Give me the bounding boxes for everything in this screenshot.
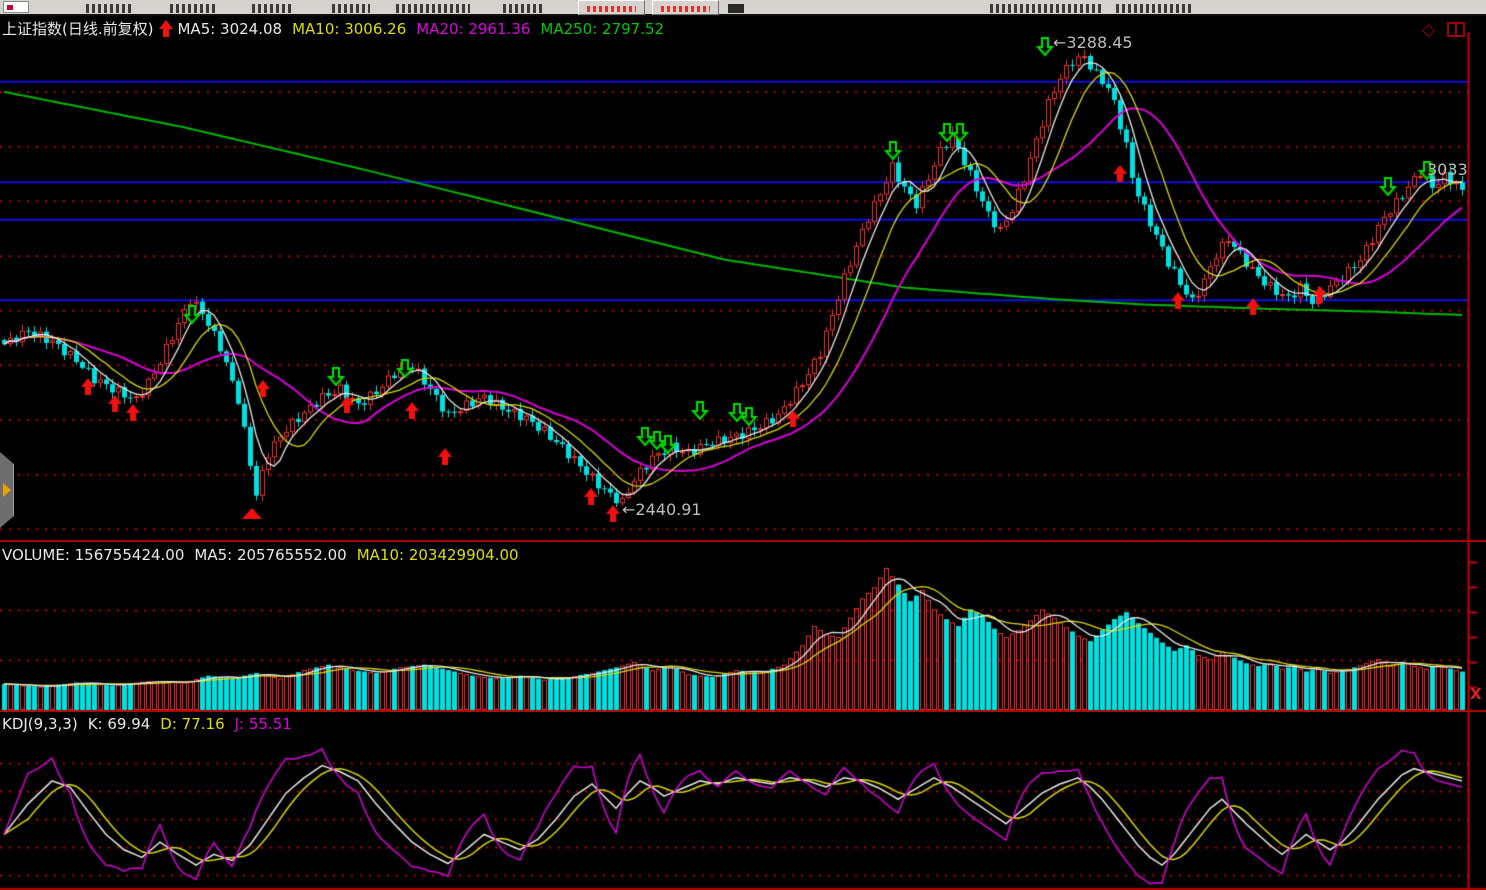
kdj-d-value: D: 77.16 (160, 715, 224, 733)
menu-item[interactable] (252, 4, 294, 13)
menu-item[interactable] (170, 4, 215, 13)
low-price-annotation: ←2440.91 (622, 500, 702, 520)
menu-hot-button[interactable] (652, 0, 719, 15)
menu-item[interactable] (86, 4, 131, 13)
menu-item[interactable] (396, 4, 470, 13)
close-pane-x-button[interactable]: X (1470, 684, 1482, 704)
volume-chart[interactable] (0, 542, 1486, 712)
menu-item[interactable] (990, 4, 1102, 13)
kdj-chart[interactable] (0, 712, 1486, 890)
ma5-value: MA5: 3024.08 (177, 20, 282, 38)
ma20-value: MA20: 2961.36 (416, 20, 530, 38)
menu-icon[interactable] (728, 4, 744, 13)
menu-bar (0, 0, 1486, 16)
latest-price-annotation: 3033 (1427, 160, 1468, 180)
menu-item[interactable] (503, 4, 543, 13)
trading-app-window: 上证指数(日线.前复权) MA5: 3024.08 MA10: 3006.26 MA2… (0, 0, 1486, 890)
main-candlestick-chart[interactable] (0, 16, 1486, 542)
menu-item[interactable] (332, 4, 370, 13)
menu-hot-button[interactable] (578, 0, 645, 15)
kdj-name: KDJ(9,3,3) (2, 715, 78, 733)
window-split-icon[interactable] (1447, 22, 1465, 37)
peak-price-annotation: ←3288.45 (1053, 33, 1133, 53)
ma10-value: MA10: 3006.26 (292, 20, 406, 38)
ma250-value: MA250: 2797.52 (540, 20, 664, 38)
right-triangle-icon (3, 483, 11, 497)
volume-header-row: VOLUME: 156755424.00 MA5: 205765552.00 MA1… (2, 545, 519, 565)
volume-ma5-value: MA5: 205765552.00 (194, 546, 346, 564)
volume-value: VOLUME: 156755424.00 (2, 546, 184, 564)
kdj-j-value: J: 55.51 (235, 715, 292, 733)
menu-item[interactable] (1116, 4, 1194, 13)
volume-ma10-value: MA10: 203429904.00 (357, 546, 519, 564)
instrument-title: 上证指数(日线.前复权) (2, 20, 153, 38)
diamond-icon[interactable]: ◇ (1422, 20, 1435, 40)
red-up-arrow-icon (159, 20, 173, 37)
kdj-k-value: K: 69.94 (88, 715, 151, 733)
kdj-header-row: KDJ(9,3,3) K: 69.94 D: 77.16 J: 55.51 (2, 714, 292, 734)
app-logo-icon[interactable] (3, 1, 29, 13)
chart-title-row: 上证指数(日线.前复权) MA5: 3024.08 MA10: 3006.26 MA2… (2, 19, 664, 39)
sidebar-flyout-handle[interactable] (0, 452, 14, 528)
